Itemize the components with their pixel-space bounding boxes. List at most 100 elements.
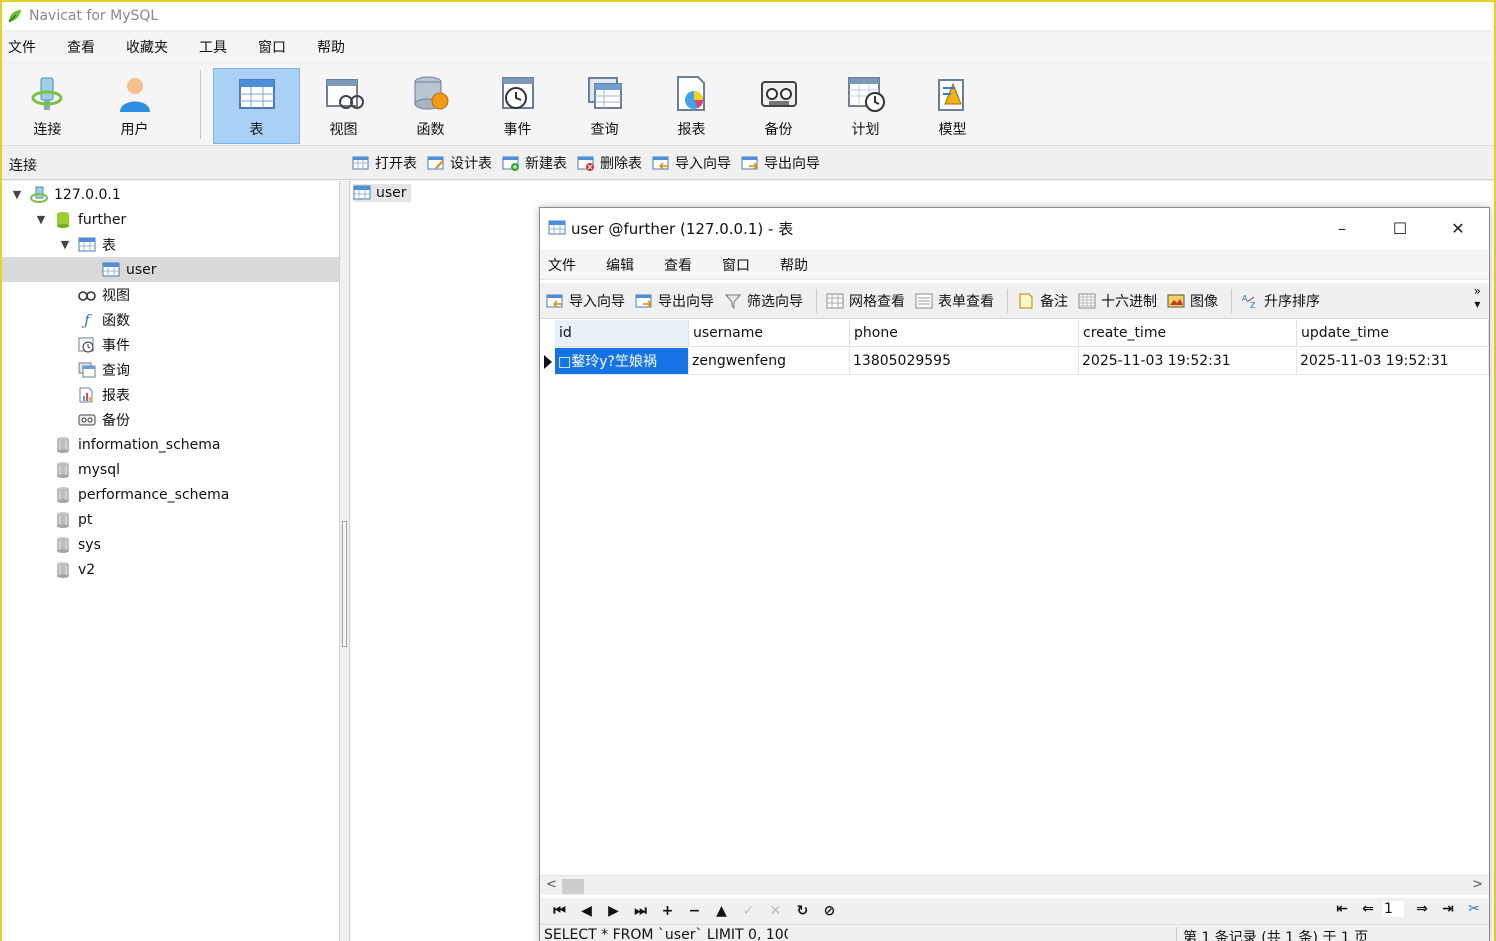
tree-node-functions[interactable]: ƒ 函数: [78, 307, 130, 332]
scrollbar-thumb[interactable]: [562, 879, 584, 894]
toolbar-report-button[interactable]: 报表: [648, 68, 735, 144]
edit-record-icon[interactable]: ▲: [708, 903, 735, 919]
first-record-icon[interactable]: ⏮: [546, 903, 573, 919]
filter-wizard-button[interactable]: 筛选向导: [724, 291, 803, 311]
memo-button[interactable]: 备注: [1017, 291, 1068, 311]
toolbar-table-button[interactable]: 表: [213, 68, 300, 144]
next-record-icon[interactable]: ▶: [600, 903, 627, 919]
add-record-icon[interactable]: +: [654, 903, 681, 919]
toolbar-view-button[interactable]: 视图: [300, 68, 387, 144]
chevron-down-icon[interactable]: ▼: [34, 213, 48, 226]
tree-node-backups[interactable]: 备份: [78, 407, 130, 432]
first-page-icon[interactable]: ⇤: [1329, 901, 1355, 917]
chevron-down-icon[interactable]: ▼: [58, 238, 72, 251]
tree-node-table-user[interactable]: user: [2, 257, 339, 282]
window-menu-file[interactable]: 文件: [548, 255, 576, 275]
toolbar-user-button[interactable]: 用户: [91, 68, 178, 144]
tree-node-connection[interactable]: ▼ 127.0.0.1: [10, 182, 121, 207]
tree-functions-label: 函数: [102, 312, 130, 329]
close-button[interactable]: ✕: [1429, 208, 1487, 248]
column-header-id[interactable]: id: [555, 320, 689, 347]
column-header-username[interactable]: username: [689, 320, 850, 347]
tree-node-db-performance-schema[interactable]: performance_schema: [54, 482, 229, 507]
window-menu-view[interactable]: 查看: [664, 255, 692, 275]
window-menu-edit[interactable]: 编辑: [606, 255, 634, 275]
object-item-user[interactable]: user: [353, 184, 411, 202]
page-number-field[interactable]: 1: [1381, 900, 1405, 918]
toolbar-backup-button[interactable]: 备份: [735, 68, 822, 144]
cell-create-time[interactable]: 2025-11-03 19:52:31: [1079, 348, 1297, 375]
tree-node-db-pt[interactable]: pt: [54, 507, 92, 532]
column-header-phone[interactable]: phone: [850, 320, 1079, 347]
menu-view[interactable]: 查看: [61, 37, 110, 57]
report-icon: [672, 73, 712, 115]
open-table-button[interactable]: 打开表: [352, 153, 417, 173]
tree-node-db-sys[interactable]: sys: [54, 532, 101, 557]
stop-icon[interactable]: ⊘: [816, 903, 843, 919]
toolbar-event-button[interactable]: 事件: [474, 68, 561, 144]
last-page-icon[interactable]: ⇥: [1435, 901, 1461, 917]
form-view-button[interactable]: 表单查看: [915, 291, 994, 311]
tree-node-tables-folder[interactable]: ▼ 表: [58, 232, 116, 257]
last-record-icon[interactable]: ⏭: [627, 903, 654, 919]
settings-tools-icon[interactable]: ✂: [1461, 901, 1487, 917]
menu-file[interactable]: 文件: [2, 37, 51, 57]
cell-phone[interactable]: 13805029595: [850, 348, 1079, 375]
toolbar-model-button[interactable]: 模型: [909, 68, 996, 144]
toolbar-connection-button[interactable]: 连接: [4, 68, 91, 144]
sort-ascending-button[interactable]: AZ 升序排序: [1241, 291, 1320, 311]
column-header-create-time[interactable]: create_time: [1079, 320, 1297, 347]
backup-icon: [759, 73, 799, 115]
window-menu-window[interactable]: 窗口: [722, 255, 750, 275]
cell-id[interactable]: □鍪玲y?笁娘祸: [555, 348, 689, 375]
hex-button[interactable]: 十六进制: [1078, 291, 1157, 311]
delete-table-button[interactable]: 删除表: [577, 153, 642, 173]
import-wizard-button[interactable]: 导入向导: [546, 291, 625, 311]
menu-help[interactable]: 帮助: [311, 37, 360, 57]
grid-view-button[interactable]: 网格查看: [826, 291, 905, 311]
toolbar-query-button[interactable]: 查询: [561, 68, 648, 144]
menu-window[interactable]: 窗口: [252, 37, 301, 57]
menu-favorites[interactable]: 收藏夹: [120, 37, 183, 57]
delete-record-icon[interactable]: −: [681, 903, 708, 919]
tree-node-views[interactable]: 视图: [78, 282, 130, 307]
menu-tools[interactable]: 工具: [193, 37, 242, 57]
tree-node-queries[interactable]: 查询: [78, 357, 130, 382]
toolbar-function-button[interactable]: 函数: [387, 68, 474, 144]
toolbar-schedule-button[interactable]: 计划: [822, 68, 909, 144]
previous-record-icon[interactable]: ◀: [573, 903, 600, 919]
minimize-button[interactable]: –: [1313, 208, 1371, 248]
tree-node-db-mysql[interactable]: mysql: [54, 457, 120, 482]
tree-node-events[interactable]: 事件: [78, 332, 130, 357]
design-table-button[interactable]: 设计表: [427, 153, 492, 173]
cell-update-time[interactable]: 2025-11-03 19:52:31: [1297, 348, 1489, 375]
export-wizard-button[interactable]: 导出向导: [741, 153, 820, 173]
tree-node-db-information-schema[interactable]: information_schema: [54, 432, 221, 457]
previous-page-icon[interactable]: ⇐: [1355, 901, 1381, 917]
maximize-button[interactable]: ☐: [1371, 208, 1429, 248]
open-table-icon: [352, 156, 369, 170]
chevron-down-icon[interactable]: ▼: [10, 188, 24, 201]
export-wizard-button[interactable]: 导出向导: [635, 291, 714, 311]
tree-node-db-v2[interactable]: v2: [54, 557, 95, 582]
import-wizard-button[interactable]: 导入向导: [652, 153, 731, 173]
apply-changes-icon[interactable]: ✓: [735, 903, 762, 919]
memo-label: 备注: [1040, 293, 1068, 310]
scroll-right-icon[interactable]: >: [1472, 877, 1483, 892]
pane-splitter[interactable]: [340, 181, 350, 941]
next-page-icon[interactable]: ⇒: [1409, 901, 1435, 917]
window-menu-help[interactable]: 帮助: [780, 255, 808, 275]
cell-username[interactable]: zengwenfeng: [689, 348, 850, 375]
scroll-left-icon[interactable]: <: [546, 877, 557, 892]
discard-changes-icon[interactable]: ✕: [762, 903, 789, 919]
horizontal-scrollbar[interactable]: < >: [540, 875, 1489, 895]
memo-icon: [1019, 293, 1033, 308]
new-table-button[interactable]: 新建表: [502, 153, 567, 173]
column-header-update-time[interactable]: update_time: [1297, 320, 1489, 347]
toolbar-overflow-button[interactable]: » ▾: [1474, 285, 1481, 311]
refresh-icon[interactable]: ↻: [789, 903, 816, 919]
image-button[interactable]: 图像: [1167, 291, 1218, 311]
tree-node-reports[interactable]: 报表: [78, 382, 130, 407]
splitter-grip[interactable]: [342, 521, 347, 647]
tree-node-database-further[interactable]: ▼ further: [34, 207, 126, 232]
